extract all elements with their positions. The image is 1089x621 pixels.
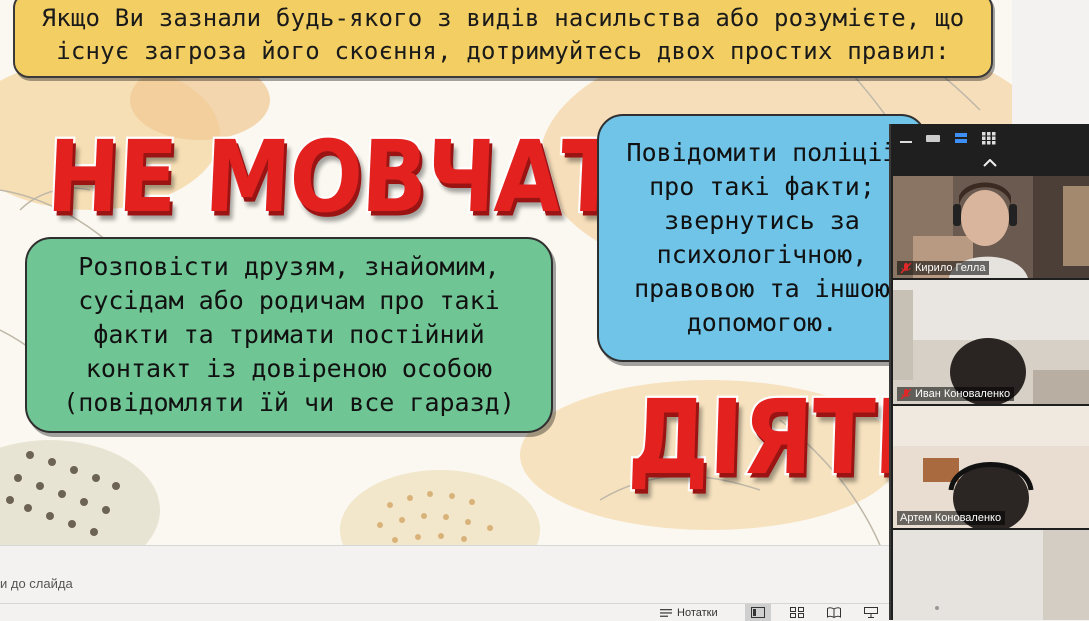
participant-name: Иван Коноваленко: [915, 388, 1011, 400]
rule2-text: Повідомити поліції про такі факти; зверн…: [626, 138, 898, 337]
reading-view-button[interactable]: [821, 604, 847, 621]
presenter-icon: [864, 607, 878, 618]
rule1-heading: НЕ МОВЧАТИ: [43, 118, 694, 237]
notes-toggle-button[interactable]: Нотатки: [660, 604, 718, 621]
hide-video-icon[interactable]: [925, 132, 941, 144]
participant-video: [893, 406, 1089, 528]
mic-muted-icon: [900, 388, 912, 400]
participant-name-tag: Кирило Гелла: [897, 261, 990, 275]
gallery-grid-icon[interactable]: [981, 131, 997, 145]
video-gallery-panel: Кирило Гелла Иван Коноваленко Артем Коно…: [889, 124, 1089, 620]
rule2-card: Повідомити поліції про такі факти; зверн…: [597, 114, 927, 362]
normal-view-icon: [751, 607, 765, 618]
participant-video: [893, 280, 1089, 404]
slide-sorter-button[interactable]: [784, 604, 810, 621]
slide-title: Якщо Ви зазнали будь-якого з видів насил…: [41, 4, 965, 65]
rule1-card: Розповісти друзям, знайомим, сусідам або…: [25, 237, 553, 433]
title-banner: Якщо Ви зазнали будь-якого з видів насил…: [13, 0, 993, 78]
dot-pattern-left: [6, 451, 120, 536]
participant-tile[interactable]: Иван Коноваленко: [893, 280, 1089, 404]
gallery-toolbar: [891, 124, 1089, 152]
chevron-up-icon: [983, 159, 997, 167]
slide: Якщо Ви зазнали будь-якого з видів насил…: [0, 0, 1012, 545]
participant-tile[interactable]: Кирило Гелла: [893, 176, 1089, 278]
participant-name-tag: Иван Коноваленко: [897, 387, 1015, 401]
participant-name-tag: Артем Коноваленко: [897, 511, 1006, 525]
slideshow-button[interactable]: [858, 604, 884, 621]
dot-pattern-bottom: [377, 491, 493, 543]
participant-tile[interactable]: Артем Коноваленко: [893, 406, 1089, 528]
collapse-up-button[interactable]: [891, 152, 1089, 174]
slide-sorter-icon: [790, 607, 804, 618]
participant-name: Артем Коноваленко: [900, 512, 1002, 524]
notes-icon: [660, 608, 672, 617]
minimize-icon[interactable]: [899, 132, 913, 144]
mic-muted-icon: [900, 262, 912, 274]
participant-tile[interactable]: [893, 530, 1089, 620]
speaker-view-icon[interactable]: [953, 132, 969, 144]
status-bar: Нотатки: [0, 603, 1012, 621]
book-icon: [827, 607, 841, 618]
notes-placeholder[interactable]: и до слайда: [0, 576, 73, 591]
notes-pane[interactable]: и до слайда: [0, 545, 1012, 604]
notes-toggle-label: Нотатки: [677, 606, 718, 619]
normal-view-button[interactable]: [745, 604, 771, 621]
rule1-text: Розповісти друзям, знайомим, сусідам або…: [63, 252, 515, 417]
participant-name: Кирило Гелла: [915, 262, 986, 274]
participant-video: [893, 530, 1089, 620]
